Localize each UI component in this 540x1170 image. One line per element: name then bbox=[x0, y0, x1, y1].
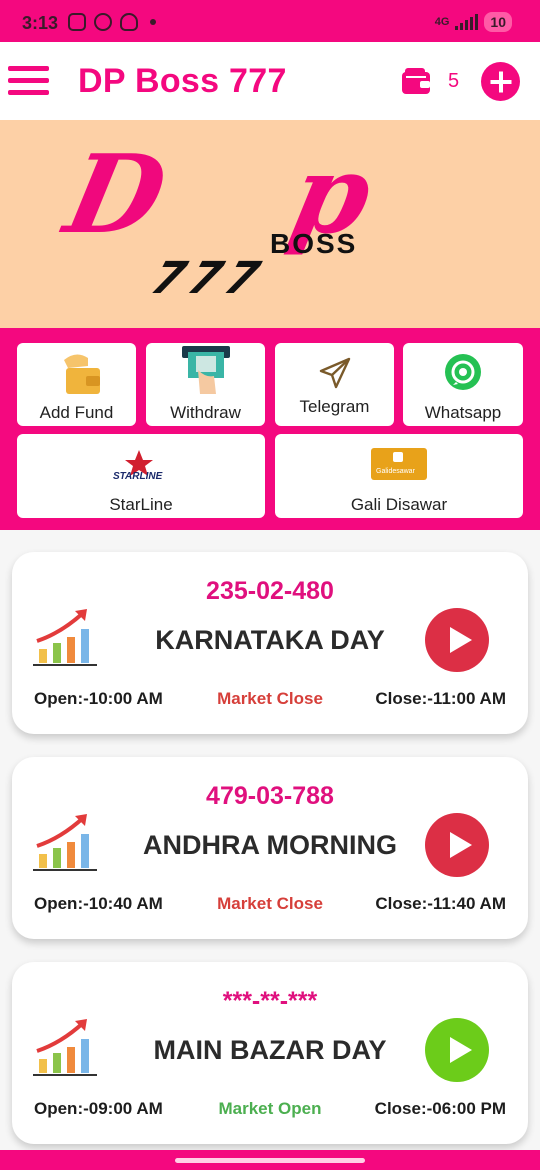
withdraw-icon bbox=[182, 346, 230, 394]
withdraw-label: Withdraw bbox=[170, 403, 241, 422]
gali-disawar-label: Gali Disawar bbox=[350, 495, 448, 514]
notification-icon bbox=[120, 13, 138, 31]
starline-label: StarLine bbox=[109, 495, 173, 514]
play-button[interactable] bbox=[425, 1018, 489, 1082]
gali-disawar-button[interactable]: Galidesawar Gali Disawar bbox=[275, 434, 523, 518]
menu-icon[interactable] bbox=[8, 66, 49, 96]
notification-icons bbox=[68, 13, 156, 31]
market-card[interactable]: 479-03-788 ANDHRA MORNING Open:-10:40 AM… bbox=[12, 757, 528, 939]
market-card[interactable]: 235-02-480 KARNATAKA DAY Open:-10:00 AM … bbox=[12, 552, 528, 734]
market-close-time: Close:-11:00 AM bbox=[375, 689, 506, 708]
starline-button[interactable]: STARLINE StarLine bbox=[17, 434, 265, 518]
notification-icon bbox=[68, 13, 86, 31]
add-fund-label: Add Fund bbox=[39, 403, 114, 422]
status-time: 3:13 bbox=[22, 13, 59, 33]
signal-icon bbox=[455, 14, 479, 30]
telegram-button[interactable]: Telegram bbox=[275, 343, 394, 426]
add-fund-icon bbox=[64, 354, 100, 394]
banner: Dp BOSS 777 bbox=[0, 120, 540, 328]
whatsapp-label: Whatsapp bbox=[424, 403, 502, 422]
withdraw-button[interactable]: Withdraw bbox=[146, 343, 265, 426]
logo-image: Dp BOSS 777 bbox=[53, 130, 383, 304]
notification-icon bbox=[94, 13, 112, 31]
market-result: 235-02-480 bbox=[206, 577, 334, 605]
market-result: ***-**-*** bbox=[222, 987, 318, 1015]
logo-sub-text: BOSS bbox=[270, 228, 357, 259]
market-result: 479-03-788 bbox=[206, 782, 334, 810]
battery-indicator: 10 bbox=[484, 12, 512, 32]
logo-number-text: 777 bbox=[145, 252, 272, 304]
gali-disawar-logo: Galidesawar bbox=[371, 448, 427, 480]
app-bar: DP Boss 777 5 bbox=[0, 42, 540, 120]
network-label: 4G bbox=[434, 16, 450, 28]
market-card[interactable]: ***-**-*** MAIN BAZAR DAY Open:-09:00 AM… bbox=[12, 962, 528, 1144]
starline-logo: STARLINE bbox=[113, 450, 163, 480]
starline-logo-text: STARLINE bbox=[113, 471, 163, 480]
add-icon[interactable] bbox=[481, 62, 520, 101]
market-close-time: Close:-11:40 AM bbox=[375, 894, 506, 913]
app-title: DP Boss 777 bbox=[78, 62, 287, 100]
wallet-icon[interactable] bbox=[402, 68, 430, 94]
telegram-label: Telegram bbox=[299, 397, 370, 416]
gesture-handle[interactable] bbox=[175, 1158, 365, 1163]
quick-actions: Add Fund Withdraw Telegram Whatsapp STAR… bbox=[0, 328, 540, 530]
market-close-time: Close:-06:00 PM bbox=[374, 1099, 506, 1118]
play-button[interactable] bbox=[425, 608, 489, 672]
whatsapp-button[interactable]: Whatsapp bbox=[403, 343, 523, 426]
add-fund-button[interactable]: Add Fund bbox=[17, 343, 136, 426]
more-notifications-icon bbox=[150, 19, 156, 25]
system-indicators: 4G 10 bbox=[435, 12, 512, 32]
wallet-balance: 5 bbox=[448, 70, 460, 92]
status-bar: 3:13 4G 10 bbox=[0, 0, 540, 42]
telegram-icon bbox=[319, 357, 351, 389]
play-button[interactable] bbox=[425, 813, 489, 877]
whatsapp-icon bbox=[445, 354, 481, 390]
system-nav-bar bbox=[0, 1150, 540, 1170]
gali-logo-text: Galidesawar bbox=[376, 468, 416, 475]
market-list: 235-02-480 KARNATAKA DAY Open:-10:00 AM … bbox=[0, 530, 540, 1150]
